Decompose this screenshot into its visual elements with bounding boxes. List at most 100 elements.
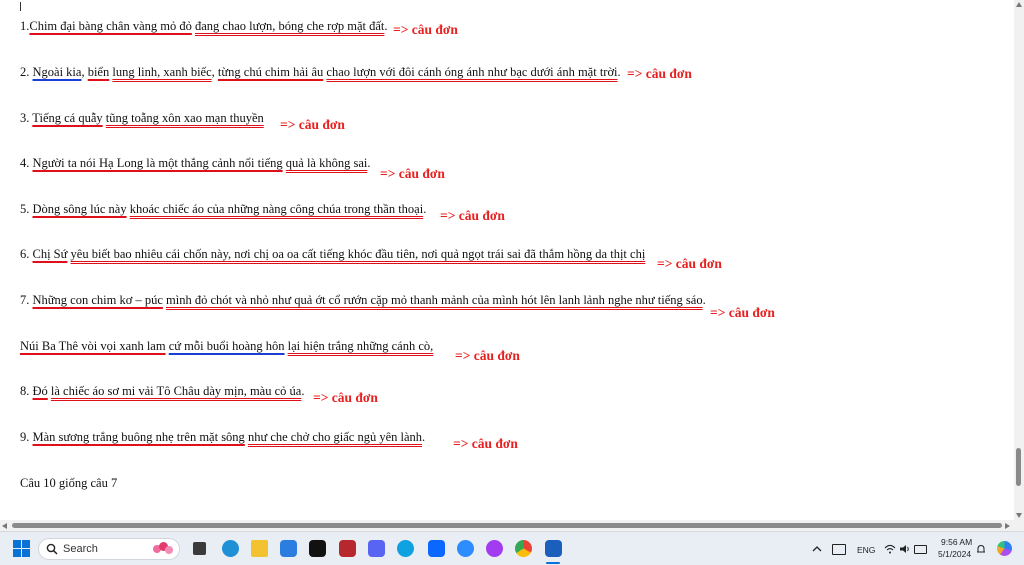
answer-label: => câu đơn (380, 166, 445, 181)
sentence-line: 3. Tiếng cá quẫy tũng toẵng xôn xao mạn … (20, 110, 264, 126)
sentence-text: 1. (20, 19, 30, 33)
underlined-phrase: từng chú chim hải âu (217, 65, 324, 79)
text-cursor (20, 2, 21, 11)
taskbar-search-box[interactable]: Search (38, 538, 180, 560)
document-page[interactable]: 1.Chim đại bàng chân vàng mỏ đỏ đang cha… (0, 0, 1014, 520)
sentence-text: . (702, 293, 706, 307)
vertical-scroll-thumb[interactable] (1016, 448, 1021, 486)
scroll-down-arrow-icon[interactable] (1016, 513, 1022, 518)
horizontal-scroll-thumb[interactable] (12, 523, 1002, 528)
vertical-scrollbar[interactable] (1014, 0, 1024, 520)
skype-icon[interactable] (397, 540, 414, 557)
underlined-phrase: Những con chim kơ – púc (32, 293, 163, 307)
start-windows-icon[interactable] (13, 540, 30, 557)
sentence-line: 4. Người ta nói Hạ Long là một thắng cản… (20, 155, 370, 171)
file-explorer-icon[interactable] (251, 540, 268, 557)
answer-label: => câu đơn (440, 208, 505, 223)
sentence-text: . (384, 19, 388, 33)
battery-icon[interactable] (914, 545, 927, 554)
keyboard-icon[interactable] (832, 544, 846, 555)
underlined-phrase: yêu biết bao nhiêu cái chốn này, nơi chị… (70, 247, 646, 261)
sentence-line: Núi Ba Thê vòi vọi xanh lam cứ mỗi buổi … (20, 338, 433, 354)
answer-label: => câu đơn (393, 22, 458, 37)
language-indicator[interactable]: ENG (857, 545, 875, 555)
underlined-phrase: Chim đại bàng chân vàng mỏ đỏ (29, 19, 192, 33)
underlined-phrase: Ngoài kia (32, 65, 82, 79)
wifi-icon[interactable] (884, 544, 896, 554)
volume-icon[interactable] (899, 544, 911, 554)
word-icon[interactable] (545, 540, 562, 557)
search-placeholder: Search (63, 543, 98, 555)
sentence-text: . (367, 156, 371, 170)
zoom-icon[interactable] (457, 540, 474, 557)
underlined-phrase: Dòng sông lúc này (32, 202, 127, 216)
sentence-line: 1.Chim đại bàng chân vàng mỏ đỏ đang cha… (20, 18, 388, 34)
answer-label: => câu đơn (657, 256, 722, 271)
sentence-line: 9. Màn sương trắng buông nhẹ trên mặt sô… (20, 429, 425, 445)
clock-time[interactable]: 9:56 AM (941, 537, 972, 547)
taskbar: Search ENG 9:56 AM 5/1/2024 (0, 531, 1024, 565)
sentence-text: 9. (20, 430, 33, 444)
store-icon[interactable] (280, 540, 297, 557)
sentence-text: 6. (20, 247, 33, 261)
scroll-up-arrow-icon[interactable] (1016, 2, 1022, 7)
notification-bell-icon[interactable] (976, 544, 986, 555)
chrome-icon[interactable] (515, 540, 532, 557)
underlined-phrase: mình đỏ chót và nhỏ như quả ớt cổ rướn c… (166, 293, 703, 307)
sentence-line: 8. Đó là chiếc áo sơ mi vải Tô Châu dày … (20, 383, 304, 399)
underlined-phrase: Màn sương trắng buông nhẹ trên mặt sông (32, 430, 245, 444)
sentence-line: 2. Ngoài kia, biển lung linh, xanh biếc,… (20, 64, 621, 80)
underlined-phrase: khoác chiếc áo của những nàng công chúa … (129, 202, 424, 216)
underlined-phrase: Tiếng cá quẫy (32, 111, 103, 125)
sentence-line: Câu 10 giống câu 7 (20, 475, 117, 491)
sentence-text: . (422, 430, 426, 444)
underlined-phrase: tũng toẵng xôn xao mạn thuyền (105, 111, 264, 125)
sentence-text: 2. (20, 65, 33, 79)
sentence-text: , (211, 65, 218, 79)
horizontal-scrollbar[interactable] (0, 520, 1024, 531)
search-highlight-flower-icon (153, 541, 175, 557)
sentence-text: . (617, 65, 621, 79)
search-icon (46, 543, 58, 555)
underlined-phrase: là chiếc áo sơ mi vải Tô Châu dày mịn, m… (50, 384, 302, 398)
underlined-phrase: lung linh, xanh biếc (112, 65, 212, 79)
sentence-text: Câu 10 giống câu 7 (20, 476, 118, 490)
messenger-icon[interactable] (486, 540, 503, 557)
sentence-text: 4. (20, 156, 33, 170)
sentence-line: 7. Những con chim kơ – púc mình đỏ chót … (20, 292, 706, 308)
task-view-icon[interactable] (193, 542, 206, 555)
answer-label: => câu đơn (453, 436, 518, 451)
edge-browser-icon[interactable] (222, 540, 239, 557)
underlined-phrase: Chị Sứ (32, 247, 68, 261)
zalo-icon[interactable] (428, 540, 445, 557)
underlined-phrase: như che chở cho giấc ngủ yên lành (247, 430, 423, 444)
sentence-text: 8. (20, 384, 33, 398)
underlined-phrase: lại hiện trắng những cánh cò, (287, 339, 434, 353)
underlined-phrase: quả là không sai (285, 156, 368, 170)
underlined-phrase: cứ mỗi buổi hoàng hôn (168, 339, 285, 353)
copilot-icon[interactable] (997, 541, 1012, 556)
answer-label: => câu đơn (313, 390, 378, 405)
scroll-left-arrow-icon[interactable] (2, 523, 7, 529)
scroll-right-arrow-icon[interactable] (1005, 523, 1010, 529)
sentence-text: 5. (20, 202, 33, 216)
answer-label: => câu đơn (455, 348, 520, 363)
sentence-line: 5. Dòng sông lúc này khoác chiếc áo của … (20, 201, 426, 217)
access-app-icon[interactable] (339, 540, 356, 557)
sentence-line: 6. Chị Sứ yêu biết bao nhiêu cái chốn nà… (20, 246, 645, 262)
underlined-phrase: Núi Ba Thê vòi vọi xanh lam (20, 339, 166, 353)
underlined-phrase: chao lượn với đôi cánh óng ánh như bạc d… (326, 65, 618, 79)
clock-date[interactable]: 5/1/2024 (938, 549, 971, 559)
chevron-up-icon[interactable] (812, 545, 822, 553)
underlined-phrase: Đó (32, 384, 48, 398)
underlined-phrase: biển (87, 65, 110, 79)
sentence-text: 3. (20, 111, 33, 125)
tiktok-icon[interactable] (309, 540, 326, 557)
discord-icon[interactable] (368, 540, 385, 557)
answer-label: => câu đơn (710, 305, 775, 320)
answer-label: => câu đơn (280, 117, 345, 132)
answer-label: => câu đơn (627, 66, 692, 81)
sentence-text: . (423, 202, 427, 216)
underlined-phrase: Người ta nói Hạ Long là một thắng cảnh n… (32, 156, 283, 170)
sentence-text: . (301, 384, 305, 398)
